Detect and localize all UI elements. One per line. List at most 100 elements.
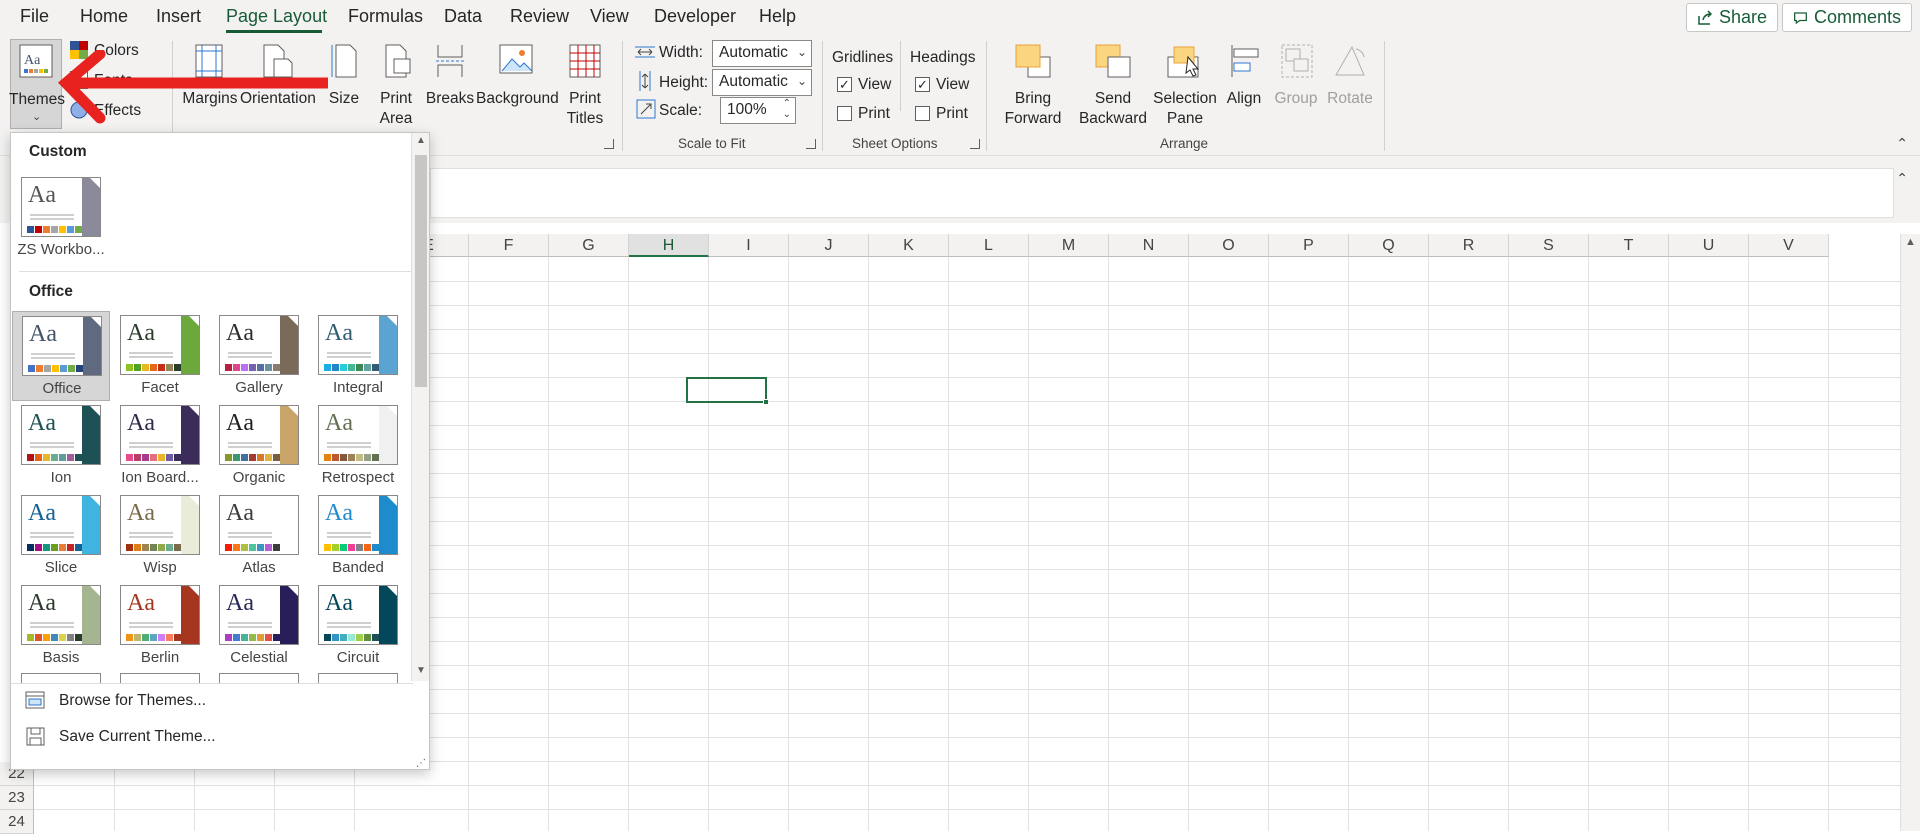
tab-file[interactable]: File: [20, 6, 49, 27]
column-header[interactable]: T: [1589, 234, 1669, 257]
theme-option[interactable]: Aa ZS Workbo...: [12, 173, 110, 263]
column-header[interactable]: V: [1749, 234, 1829, 257]
color-swatch: [265, 454, 272, 461]
headings-view-checkbox[interactable]: ✓: [915, 77, 930, 92]
column-header[interactable]: L: [949, 234, 1029, 257]
collapse-ribbon-icon[interactable]: ⌃: [1896, 135, 1908, 152]
row-header[interactable]: 24: [0, 810, 34, 834]
print-titles-button[interactable]: Print Titles: [560, 39, 610, 129]
column-header[interactable]: K: [869, 234, 949, 257]
send-backward-label-1: Send: [1094, 90, 1132, 107]
theme-option[interactable]: Aa Berlin: [111, 581, 209, 671]
theme-option[interactable]: Aa Facet: [111, 311, 209, 401]
comments-button[interactable]: Comments: [1782, 3, 1912, 32]
tab-home[interactable]: Home: [80, 6, 128, 27]
gridlines-view-checkbox[interactable]: ✓: [837, 77, 852, 92]
theme-option[interactable]: Aa Atlas: [210, 491, 308, 581]
column-header[interactable]: U: [1669, 234, 1749, 257]
color-swatch: [273, 544, 280, 551]
page-setup-launcher[interactable]: [604, 139, 614, 149]
theme-font-sample: Aa: [325, 500, 353, 526]
group-objects-button[interactable]: Group: [1270, 39, 1322, 129]
page-fold: [189, 586, 199, 596]
tab-page-layout[interactable]: Page Layout: [226, 6, 327, 27]
theme-option[interactable]: Aa Ion: [12, 401, 110, 491]
vertical-scrollbar[interactable]: ▲: [1900, 234, 1920, 831]
theme-option[interactable]: Aa Slice: [12, 491, 110, 581]
breaks-button[interactable]: Breaks: [424, 39, 476, 129]
color-swatch: [174, 544, 181, 551]
group-separator: [1384, 41, 1385, 151]
bring-forward-button[interactable]: Bring Forward: [996, 39, 1070, 129]
background-button[interactable]: Background: [476, 39, 559, 129]
theme-option[interactable]: Aa Office: [12, 311, 110, 401]
align-button[interactable]: Align: [1218, 39, 1270, 129]
expand-formula-bar-icon[interactable]: ⌃: [1896, 170, 1908, 187]
gridlines-print-checkbox[interactable]: [837, 106, 852, 121]
formula-bar[interactable]: [430, 168, 1894, 218]
tab-formulas[interactable]: Formulas: [348, 6, 423, 27]
selection-pane-button[interactable]: Selection Pane: [1152, 39, 1218, 129]
width-select[interactable]: Automatic ⌄: [712, 40, 812, 67]
tab-help[interactable]: Help: [759, 6, 796, 27]
column-header[interactable]: F: [469, 234, 549, 257]
theme-option[interactable]: Aa Circuit: [309, 581, 407, 671]
grid-line: [1268, 257, 1269, 831]
column-header[interactable]: J: [789, 234, 869, 257]
save-current-theme-button[interactable]: Save Current Theme...: [25, 722, 216, 752]
scroll-up-icon[interactable]: ▲: [1905, 236, 1916, 248]
scale-spinner[interactable]: 100% ⌃ ⌄: [720, 97, 796, 124]
text-lines: [30, 622, 74, 624]
browse-for-themes-button[interactable]: Browse for Themes...: [25, 686, 206, 716]
color-swatch: [142, 634, 149, 641]
column-header[interactable]: I: [709, 234, 789, 257]
theme-thumbnail: Aa: [21, 405, 101, 465]
send-backward-button[interactable]: Send Backward: [1072, 39, 1154, 129]
theme-option[interactable]: Aa Organic: [210, 401, 308, 491]
row-header[interactable]: 23: [0, 786, 34, 810]
column-header[interactable]: G: [549, 234, 629, 257]
theme-option[interactable]: Aa Wisp: [111, 491, 209, 581]
scroll-thumb[interactable]: [415, 155, 427, 387]
column-header[interactable]: P: [1269, 234, 1349, 257]
theme-option[interactable]: Aa Ion Board...: [111, 401, 209, 491]
tab-data[interactable]: Data: [444, 6, 482, 27]
resize-grip-icon[interactable]: ⋰: [416, 758, 426, 769]
theme-thumbnail: Aa: [318, 585, 398, 645]
share-button[interactable]: Share: [1686, 3, 1778, 32]
sheet-options-launcher[interactable]: [970, 139, 980, 149]
theme-option[interactable]: Aa Celestial: [210, 581, 308, 671]
tab-developer[interactable]: Developer: [654, 6, 736, 27]
color-swatch: [249, 454, 256, 461]
tab-view[interactable]: View: [590, 6, 629, 27]
scroll-down-icon[interactable]: ▼: [416, 665, 426, 676]
column-header[interactable]: Q: [1349, 234, 1429, 257]
scale-to-fit-launcher[interactable]: [806, 139, 816, 149]
theme-option[interactable]: Aa Basis: [12, 581, 110, 671]
theme-option[interactable]: Aa Banded: [309, 491, 407, 581]
rotate-button[interactable]: Rotate: [1322, 39, 1378, 129]
column-header[interactable]: N: [1109, 234, 1189, 257]
theme-option[interactable]: Aa Retrospect: [309, 401, 407, 491]
active-cell[interactable]: [686, 377, 767, 403]
height-select[interactable]: Automatic ⌄: [712, 69, 812, 96]
tab-review[interactable]: Review: [510, 6, 569, 27]
tab-insert[interactable]: Insert: [156, 6, 201, 27]
headings-print-checkbox[interactable]: [915, 106, 930, 121]
column-header[interactable]: H: [629, 234, 709, 257]
fill-handle[interactable]: [763, 399, 769, 405]
theme-thumbnail: Aa: [21, 177, 101, 237]
theme-font-sample: Aa: [127, 500, 155, 526]
column-header[interactable]: O: [1189, 234, 1269, 257]
theme-option[interactable]: Aa Gallery: [210, 311, 308, 401]
column-header[interactable]: M: [1029, 234, 1109, 257]
column-header[interactable]: S: [1509, 234, 1589, 257]
column-header[interactable]: R: [1429, 234, 1509, 257]
color-swatch: [249, 634, 256, 641]
print-area-button[interactable]: Print Area: [370, 39, 422, 129]
page-fold: [90, 178, 100, 188]
scroll-up-icon[interactable]: ▲: [416, 135, 426, 146]
themes-scrollbar[interactable]: ▲ ▼: [411, 133, 429, 681]
theme-option[interactable]: Aa Integral: [309, 311, 407, 401]
spinner-arrows-icon[interactable]: ⌃ ⌄: [783, 98, 791, 120]
